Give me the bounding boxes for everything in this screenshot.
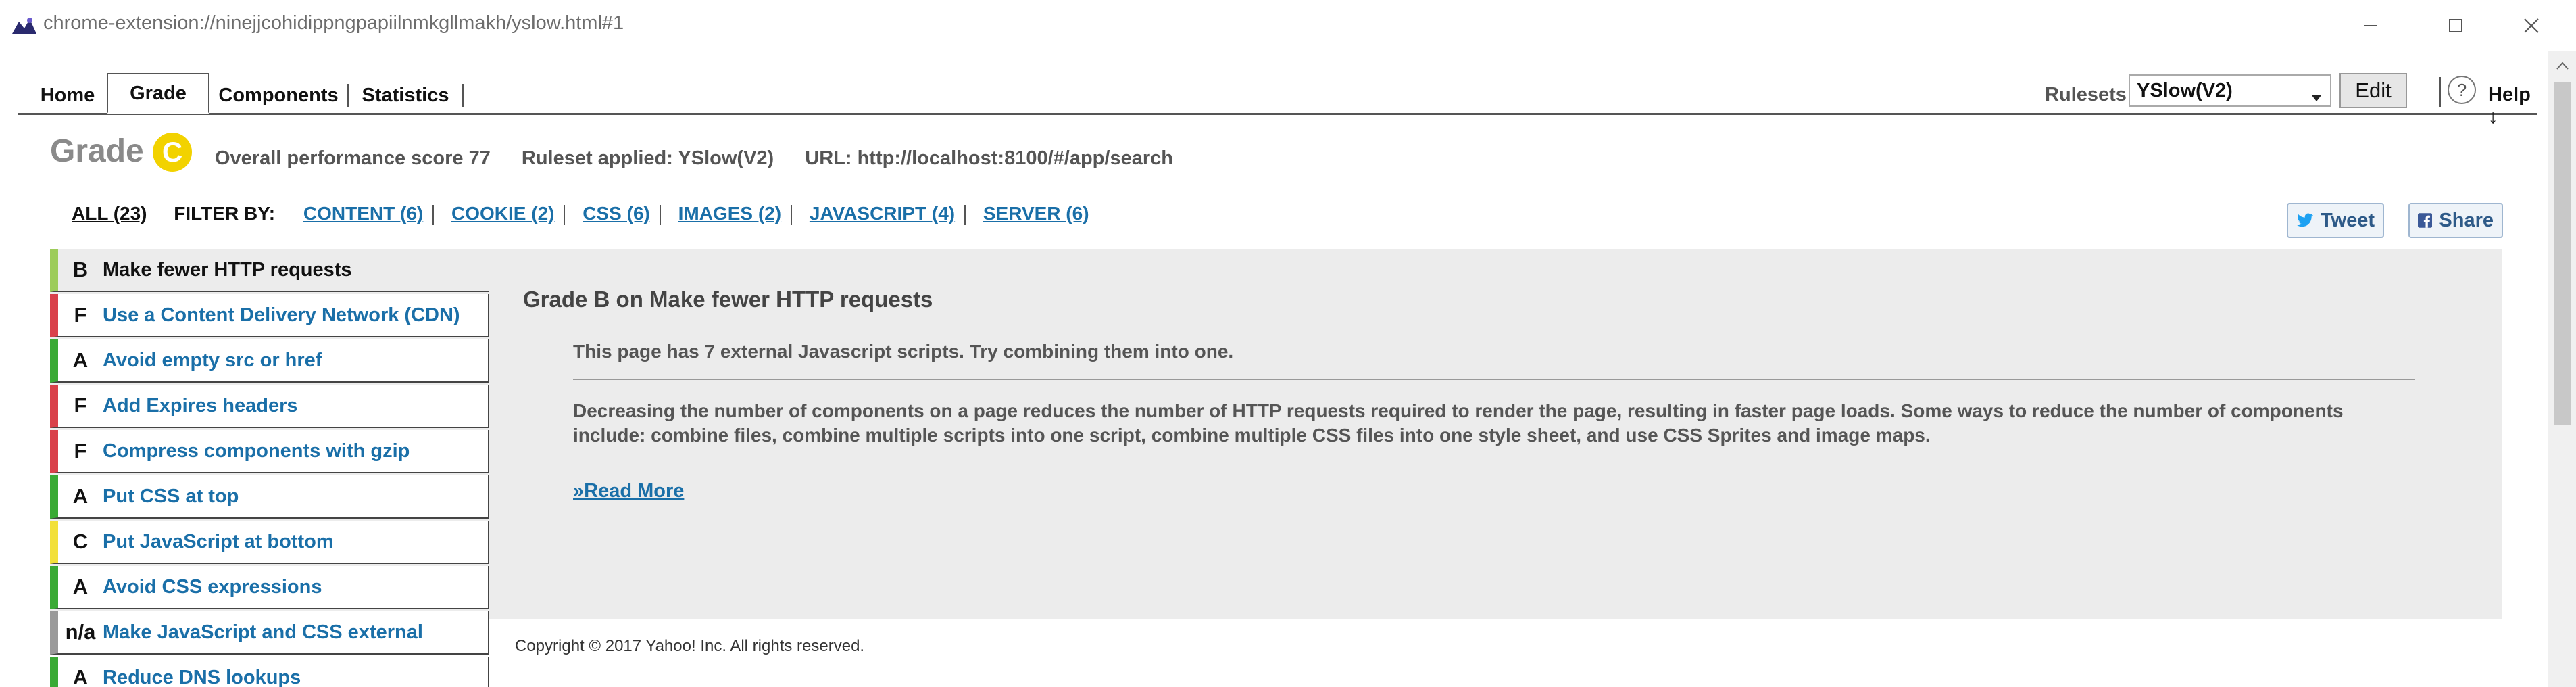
tweet-button[interactable]: Tweet — [2287, 203, 2384, 238]
maximize-button[interactable] — [2429, 7, 2483, 45]
detail-divider — [573, 379, 2415, 380]
tab-separator — [462, 84, 464, 107]
filter-separator — [791, 204, 793, 225]
chevron-down-icon — [2311, 85, 2322, 108]
rule-item[interactable]: F Compress components with gzip — [50, 430, 489, 473]
copyright-text: Copyright © 2017 Yahoo! Inc. All rights … — [515, 637, 865, 655]
edit-ruleset-button[interactable]: Edit — [2339, 73, 2407, 108]
overall-grade-badge: C — [153, 133, 192, 172]
filter-css[interactable]: CSS (6) — [583, 203, 650, 224]
rule-grade: F — [74, 394, 87, 417]
rule-title: Compress components with gzip — [103, 440, 410, 462]
rule-item[interactable]: F Use a Content Delivery Network (CDN) — [50, 294, 489, 337]
filter-images[interactable]: IMAGES (2) — [678, 203, 781, 224]
rule-grade: n/a — [65, 620, 96, 644]
filter-content[interactable]: CONTENT (6) — [303, 203, 423, 224]
scroll-up-arrow-icon[interactable] — [2548, 51, 2576, 80]
filter-separator — [964, 204, 966, 225]
rule-title: Make fewer HTTP requests — [103, 258, 352, 281]
filter-cookie[interactable]: COOKIE (2) — [451, 203, 554, 224]
rule-item[interactable]: C Put JavaScript at bottom — [50, 521, 489, 564]
rule-grade: F — [74, 303, 87, 327]
scrollbar-thumb[interactable] — [2554, 82, 2571, 425]
score-summary: Overall performance score 77 Ruleset app… — [215, 147, 1199, 170]
page-url: URL: http://localhost:8100/#/app/search — [805, 147, 1173, 169]
detail-description: Decreasing the number of components on a… — [573, 400, 2344, 446]
close-icon — [2524, 18, 2539, 33]
help-icon[interactable]: ? — [2448, 76, 2476, 104]
grade-heading: Grade — [50, 133, 144, 169]
help-link[interactable]: Help ↓ — [2488, 84, 2537, 128]
filter-by-label: FILTER BY: — [174, 203, 276, 224]
minimize-icon — [2364, 25, 2377, 26]
close-button[interactable] — [2504, 7, 2558, 45]
window-titlebar: chrome-extension://ninejjcohidippngpapii… — [0, 0, 2576, 51]
share-label: Share — [2439, 209, 2494, 231]
filter-separator — [564, 204, 566, 225]
twitter-icon — [2296, 213, 2314, 227]
facebook-icon — [2418, 213, 2433, 228]
filter-all[interactable]: ALL (23) — [72, 203, 147, 224]
tab-components[interactable]: Components — [209, 76, 347, 115]
filter-separator — [432, 204, 435, 225]
tab-home[interactable]: Home — [27, 76, 108, 115]
rule-grade: A — [72, 665, 89, 687]
filter-separator — [659, 204, 661, 225]
rule-grade: A — [72, 484, 89, 508]
rule-item[interactable]: A Put CSS at top — [50, 475, 489, 519]
rule-item[interactable]: A Avoid CSS expressions — [50, 566, 489, 609]
maximize-icon — [2449, 19, 2462, 32]
vertical-scrollbar[interactable] — [2548, 51, 2576, 687]
ruleset-applied: Ruleset applied: YSlow(V2) — [521, 147, 774, 169]
rule-title: Add Expires headers — [103, 394, 298, 417]
rulesets-label: Rulesets — [2045, 84, 2127, 105]
tweet-label: Tweet — [2320, 209, 2375, 231]
detail-message: This page has 7 external Javascript scri… — [573, 341, 1234, 362]
rule-grade: B — [72, 258, 89, 281]
rule-grade: F — [74, 439, 87, 463]
rule-title: Use a Content Delivery Network (CDN) — [103, 304, 460, 326]
rule-grade: C — [72, 529, 89, 553]
tab-statistics[interactable]: Statistics — [349, 76, 462, 115]
read-more-link[interactable]: »Read More — [573, 480, 684, 502]
rule-title: Make JavaScript and CSS external — [103, 621, 423, 643]
rule-title: Reduce DNS lookups — [103, 666, 301, 687]
rule-grade: A — [72, 348, 89, 372]
window-title: chrome-extension://ninejjcohidippngpapii… — [43, 12, 624, 34]
rule-title: Put CSS at top — [103, 485, 239, 507]
rule-title: Put JavaScript at bottom — [103, 530, 334, 552]
filter-javascript[interactable]: JAVASCRIPT (4) — [810, 203, 955, 224]
rule-title: Avoid empty src or href — [103, 349, 322, 371]
app-icon — [11, 15, 38, 37]
top-nav: Home Grade Components Statistics Ruleset… — [18, 72, 2537, 128]
rule-grade: A — [72, 575, 89, 598]
tab-grade[interactable]: Grade — [107, 73, 209, 114]
filter-server[interactable]: SERVER (6) — [983, 203, 1089, 224]
rule-item[interactable]: n/a Make JavaScript and CSS external — [50, 611, 489, 655]
filter-bar: ALL (23) FILTER BY: CONTENT (6) COOKIE (… — [72, 203, 1089, 225]
rule-title: Avoid CSS expressions — [103, 575, 322, 598]
overall-score: Overall performance score 77 — [215, 147, 491, 169]
minimize-button[interactable] — [2344, 7, 2398, 45]
rule-item[interactable]: A Avoid empty src or href — [50, 339, 489, 383]
rules-list: B Make fewer HTTP requests F Use a Conte… — [50, 249, 489, 687]
rule-item[interactable]: B Make fewer HTTP requests — [50, 249, 489, 292]
share-button[interactable]: Share — [2408, 203, 2503, 238]
rule-detail: Grade B on Make fewer HTTP requests This… — [523, 287, 2415, 502]
nav-divider — [2439, 77, 2441, 107]
rule-item[interactable]: A Reduce DNS lookups — [50, 657, 489, 687]
ruleset-select-value: YSlow(V2) — [2137, 79, 2233, 101]
detail-heading: Grade B on Make fewer HTTP requests — [523, 287, 933, 312]
rule-item[interactable]: F Add Expires headers — [50, 385, 489, 428]
ruleset-select[interactable]: YSlow(V2) — [2129, 74, 2331, 107]
